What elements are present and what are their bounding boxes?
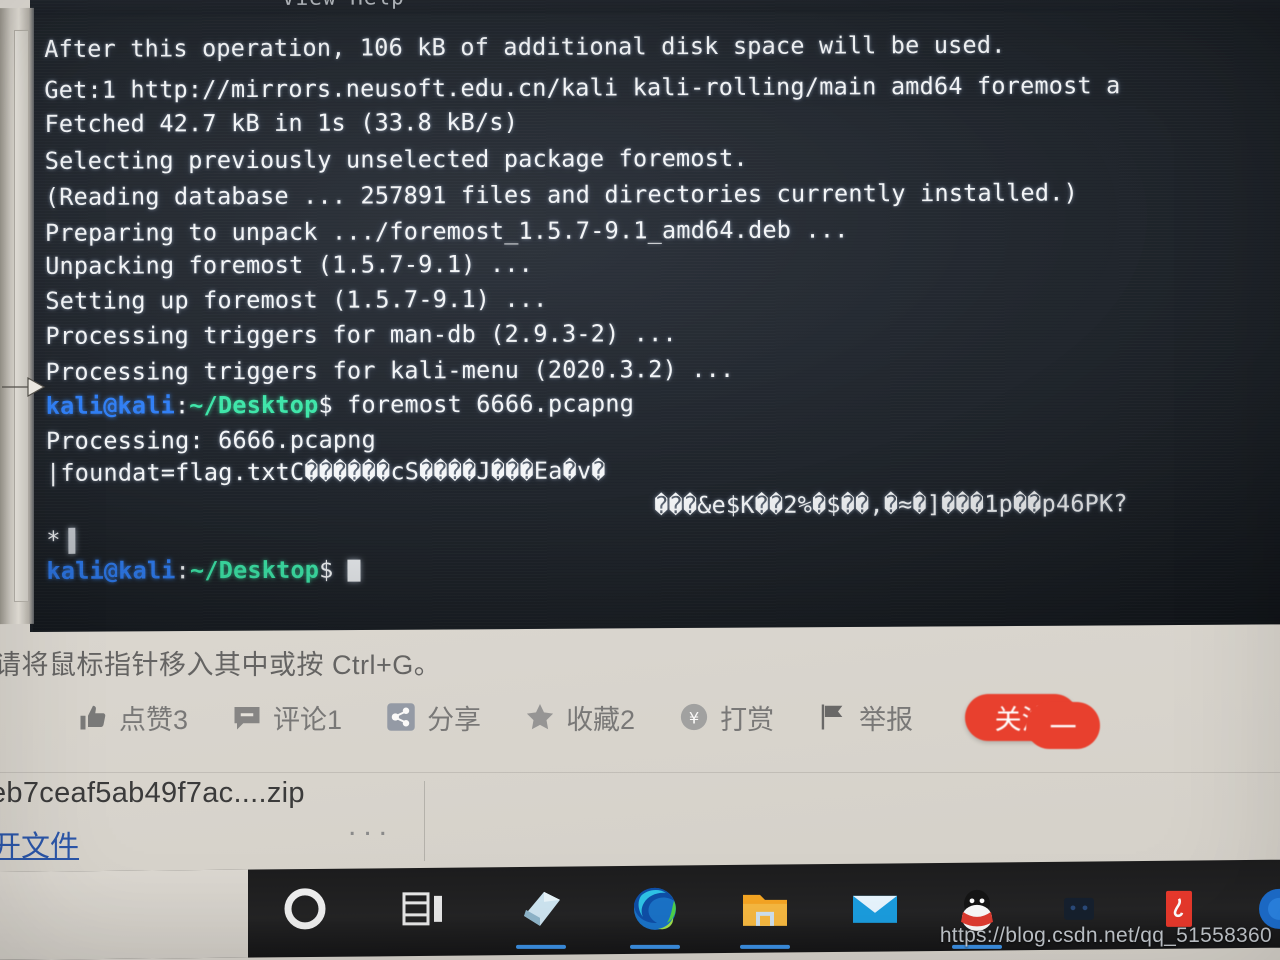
mail-icon[interactable] <box>848 882 902 936</box>
terminal-span: kali@kali <box>46 556 176 585</box>
terminal-line: (Reading database ... 257891 files and d… <box>44 178 1078 211</box>
csdn-watermark: https://blog.csdn.net/qq_51558360 <box>939 923 1272 947</box>
terminal-span: * <box>46 525 61 554</box>
download-divider <box>424 781 425 861</box>
terminal-line: kali@kali:~/Desktop$ <box>46 555 361 585</box>
terminal-span: |foundat=flag.txtC������cS����J���Ea�v� <box>46 456 606 487</box>
terminal-span: Processing: 6666.pcapng <box>45 425 376 455</box>
task-view-icon[interactable] <box>396 882 450 936</box>
edge-browser-icon[interactable] <box>628 882 682 949</box>
terminal-line: Setting up foremost (1.5.7-9.1) ... <box>45 284 548 315</box>
terminal-line: Unpacking foremost (1.5.7-9.1) ... <box>45 249 534 280</box>
terminal-span: Get:1 http://mirrors.neusoft.edu.cn/kali… <box>44 71 1121 104</box>
kali-terminal-window[interactable]: View Help After this operation, 106 kB o… <box>30 0 1280 633</box>
store-icon[interactable] <box>514 882 568 949</box>
terminal-span: : <box>175 556 191 585</box>
output-caret <box>68 527 76 554</box>
terminal-cursor <box>347 559 361 582</box>
terminal-span: Fetched 42.7 kB in 1s (33.8 kB/s) <box>44 107 519 138</box>
terminal-span: : <box>174 391 190 420</box>
share-label: 分享 <box>427 704 482 735</box>
mouse-cursor-icon <box>2 376 46 398</box>
terminal-span: ~/Desktop <box>189 390 319 420</box>
terminal-span: Selecting previously unselected package … <box>44 143 748 175</box>
terminal-line: Processing: 6666.pcapng <box>45 425 376 455</box>
favorite-label: 收藏2 <box>566 704 636 735</box>
share-icon <box>386 702 416 732</box>
terminal-span: kali@kali <box>45 391 175 420</box>
download-filename: eb7ceaf5ab49f7ac....zip <box>0 777 305 809</box>
terminal-span: Setting up foremost (1.5.7-9.1) ... <box>45 284 548 315</box>
focus-hint-text: 请将鼠标指针移入其中或按 Ctrl+G。 <box>0 641 1280 683</box>
terminal-span: $ <box>319 555 348 584</box>
terminal-line: Get:1 http://mirrors.neusoft.edu.cn/kali… <box>44 71 1121 104</box>
terminal-span: $ foremost 6666.pcapng <box>318 389 635 419</box>
terminal-menubar-fragment: View Help <box>30 0 1280 16</box>
terminal-line: Preparing to unpack .../foremost_1.5.7-9… <box>44 215 849 247</box>
terminal-line: * <box>46 525 76 554</box>
terminal-span: ~/Desktop <box>189 555 320 585</box>
follow-button-secondary[interactable]: 一 <box>1026 701 1101 749</box>
download-open-link[interactable]: 开文件 <box>0 823 79 865</box>
report-label: 举报 <box>859 704 914 735</box>
download-more-button[interactable]: ... <box>348 809 394 843</box>
reward-icon: ¥ <box>679 702 709 732</box>
terminal-line: kali@kali:~/Desktop$ foremost 6666.pcapn… <box>45 389 635 420</box>
terminal-span: Unpacking foremost (1.5.7-9.1) ... <box>45 249 534 280</box>
article-action-bar[interactable]: 点赞3 评论1 分享 收藏2 ¥ 打赏 举报 关注 一 <box>0 686 1280 749</box>
focus-hint-label: 请将鼠标指针移入其中或按 Ctrl+G。 <box>0 650 442 680</box>
reward-action[interactable]: ¥ 打赏 <box>679 698 774 737</box>
terminal-span: (Reading database ... 257891 files and d… <box>44 178 1078 211</box>
like-action[interactable]: 点赞3 <box>78 698 188 737</box>
terminal-span: Preparing to unpack .../foremost_1.5.7-9… <box>44 215 849 247</box>
terminal-span: After this operation, 106 kB of addition… <box>44 30 1006 63</box>
terminal-span: Processing triggers for kali-menu (2020.… <box>45 354 735 386</box>
terminal-line: Processing triggers for man-db (2.9.3-2)… <box>45 319 677 350</box>
comment-action[interactable]: 评论1 <box>232 698 342 737</box>
window-left-chrome <box>0 7 34 625</box>
cortana-icon[interactable] <box>278 882 332 936</box>
like-label: 点赞3 <box>119 704 189 735</box>
file-explorer-icon[interactable] <box>738 882 792 949</box>
star-icon <box>525 702 555 732</box>
terminal-line: Selecting previously unselected package … <box>44 143 748 175</box>
thumbs-up-icon <box>78 702 108 732</box>
terminal-line: ���&e$K��2%�$��,�≈�]���1p��p46PK? <box>654 489 1128 520</box>
terminal-line: Processing triggers for kali-menu (2020.… <box>45 354 735 386</box>
terminal-span: Processing triggers for man-db (2.9.3-2)… <box>45 319 677 350</box>
taskbar-left-gap <box>0 859 248 960</box>
reward-label: 打赏 <box>720 704 775 735</box>
comment-label: 评论1 <box>273 704 343 735</box>
terminal-span: ���&e$K��2%�$��,�≈�]���1p��p46PK? <box>654 489 1128 520</box>
menubar-text: View Help <box>282 0 405 10</box>
svg-text:¥: ¥ <box>689 708 699 727</box>
favorite-action[interactable]: 收藏2 <box>525 698 635 737</box>
terminal-scrollbar[interactable] <box>14 29 29 603</box>
share-action[interactable]: 分享 <box>386 698 481 737</box>
flag-icon <box>818 702 848 732</box>
report-action[interactable]: 举报 <box>818 698 913 737</box>
terminal-line: |foundat=flag.txtC������cS����J���Ea�v� <box>46 456 606 487</box>
windows-taskbar[interactable]: https://blog.csdn.net/qq_51558360 <box>0 859 1280 960</box>
terminal-line: After this operation, 106 kB of addition… <box>44 30 1006 63</box>
comment-icon <box>232 702 262 732</box>
terminal-line: Fetched 42.7 kB in 1s (33.8 kB/s) <box>44 107 519 138</box>
